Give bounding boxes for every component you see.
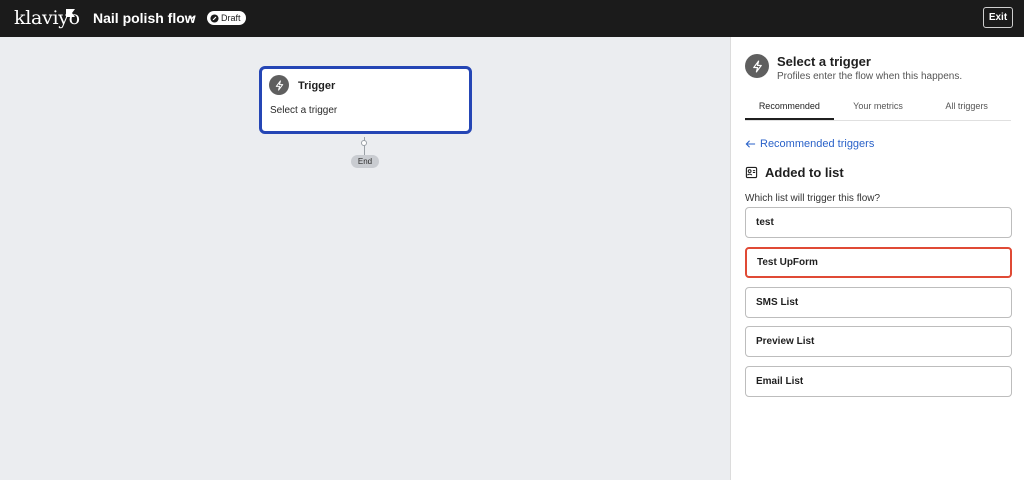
list-question: Which list will trigger this flow? xyxy=(745,193,881,204)
trigger-node-subtitle: Select a trigger xyxy=(270,105,338,116)
list-option-highlighted[interactable]: Test UpForm xyxy=(745,247,1012,278)
lightning-icon xyxy=(752,59,762,73)
chevron-down-icon[interactable] xyxy=(187,13,196,22)
flow-title[interactable]: Nail polish flow xyxy=(93,10,196,26)
panel-trigger-icon-badge xyxy=(745,54,769,78)
tab-all-triggers[interactable]: All triggers xyxy=(922,97,1011,120)
logo-flag-icon xyxy=(66,9,75,17)
trigger-panel: Select a trigger Profiles enter the flow… xyxy=(730,37,1024,480)
list-option[interactable]: test xyxy=(745,207,1012,238)
trigger-node-title: Trigger xyxy=(298,80,336,92)
back-link-label: Recommended triggers xyxy=(760,138,875,150)
connector-dot[interactable] xyxy=(361,140,367,146)
list-option[interactable]: SMS List xyxy=(745,287,1012,318)
exit-button[interactable]: Exit xyxy=(983,7,1013,28)
tab-your-metrics[interactable]: Your metrics xyxy=(834,97,923,120)
arrow-left-icon xyxy=(745,140,756,148)
panel-title: Select a trigger xyxy=(777,54,871,69)
status-badge-label: Draft xyxy=(221,13,241,23)
trigger-node[interactable]: Trigger Select a trigger xyxy=(259,66,472,134)
tab-recommended[interactable]: Recommended xyxy=(745,97,834,120)
list-contact-icon xyxy=(745,166,758,179)
lightning-icon xyxy=(275,79,283,91)
status-badge: Draft xyxy=(207,11,246,25)
section-heading: Added to list xyxy=(745,165,844,180)
trigger-icon-badge xyxy=(269,75,289,95)
list-option[interactable]: Email List xyxy=(745,366,1012,397)
panel-subtitle: Profiles enter the flow when this happen… xyxy=(777,71,963,82)
back-to-recommended-link[interactable]: Recommended triggers xyxy=(745,138,874,150)
end-node: End xyxy=(351,155,379,168)
trigger-tabs: Recommended Your metrics All triggers xyxy=(745,97,1011,121)
list-option[interactable]: Preview List xyxy=(745,326,1012,357)
pencil-icon xyxy=(210,13,219,23)
top-bar: klaviyo Nail polish flow Draft Exit xyxy=(0,0,1024,37)
section-heading-label: Added to list xyxy=(765,165,844,180)
flow-canvas[interactable]: Trigger Select a trigger End xyxy=(0,37,730,480)
